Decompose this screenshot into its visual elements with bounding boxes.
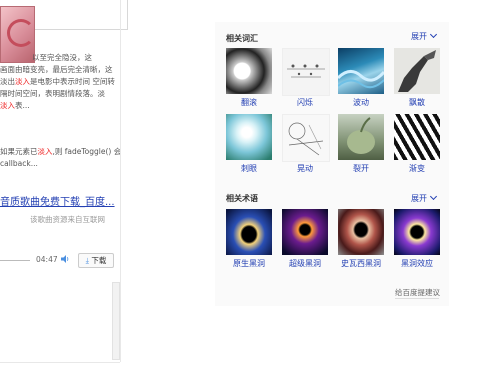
tile-label[interactable]: 波动 bbox=[338, 97, 384, 108]
tile-ciyan[interactable] bbox=[226, 114, 272, 160]
crow-image bbox=[398, 50, 436, 92]
tile-label[interactable]: 原生黑洞 bbox=[226, 258, 272, 269]
tile-label[interactable]: 渐变 bbox=[394, 163, 440, 174]
tile-supermassive-black-hole[interactable] bbox=[282, 209, 328, 255]
tile-label[interactable]: 刺眼 bbox=[226, 163, 272, 174]
tile-huangdong[interactable] bbox=[282, 114, 330, 162]
feedback-link[interactable]: 给百度提建议 bbox=[395, 287, 440, 298]
tile-label[interactable]: 翻滚 bbox=[226, 97, 272, 108]
tile-piaosan[interactable] bbox=[394, 48, 440, 94]
result-snippet-line: 隔时间空间，表明剧情段落。淡 bbox=[0, 89, 105, 98]
download-icon: ⤓ bbox=[85, 256, 89, 265]
chevron-down-icon bbox=[429, 192, 438, 201]
tile-label[interactable]: 超级黑洞 bbox=[282, 258, 328, 269]
tile-bodong[interactable] bbox=[338, 48, 384, 94]
tile-label[interactable]: 闪烁 bbox=[282, 97, 328, 108]
result-snippet-b: 如果元素已淡入,则 fadeToggle() 会 callback... bbox=[0, 147, 122, 168]
tile-label[interactable]: 裂开 bbox=[338, 163, 384, 174]
audio-player: 04:47 ⤓ 下载 bbox=[0, 250, 122, 270]
related-terms-expand[interactable]: 展开 bbox=[411, 192, 438, 204]
sketch-image bbox=[288, 122, 324, 156]
result-snippet-line: 淡出淡入是电影中表示时间 空间转 bbox=[0, 77, 115, 86]
volume-icon[interactable] bbox=[60, 254, 70, 264]
related-terms-title: 相关术语 bbox=[226, 194, 258, 203]
tile-jianbian[interactable] bbox=[394, 114, 440, 160]
tile-liekai[interactable] bbox=[338, 114, 384, 160]
tile-schwarzschild-black-hole[interactable] bbox=[338, 209, 384, 255]
formula-image bbox=[287, 64, 325, 78]
chevron-down-icon bbox=[429, 30, 438, 39]
search-results-column: 以至完全隐没，这 画面由暗变亮，最后完全清晰，这 淡出淡入是电影中表示时间 空间… bbox=[0, 0, 128, 378]
tile-label[interactable]: 晃动 bbox=[282, 163, 328, 174]
column-divider bbox=[120, 0, 121, 362]
result-title-link[interactable]: 音质歌曲免费下载_百度... bbox=[0, 193, 115, 208]
tile-primordial-black-hole[interactable] bbox=[226, 209, 272, 255]
tile-shanshuo[interactable] bbox=[282, 48, 330, 96]
duration-time: 04:47 bbox=[36, 255, 58, 264]
progress-bar[interactable] bbox=[0, 260, 30, 261]
tile-black-hole-effect[interactable] bbox=[394, 209, 440, 255]
result-snippet-line: 淡入表... bbox=[0, 101, 30, 110]
tile-label[interactable]: 黑洞效应 bbox=[394, 258, 440, 269]
wave-image bbox=[338, 70, 384, 89]
bottom-divider bbox=[0, 362, 120, 363]
seed-image bbox=[347, 117, 375, 154]
tile-label[interactable]: 史瓦西黑洞 bbox=[338, 258, 384, 269]
source-note: 该歌曲资源来自互联网 bbox=[30, 215, 105, 224]
feedback-divider bbox=[395, 298, 439, 299]
tile-label[interactable]: 飘散 bbox=[394, 97, 440, 108]
tile-fangun[interactable] bbox=[226, 48, 272, 94]
related-words-title: 相关词汇 bbox=[226, 34, 258, 43]
result-thumbnail[interactable] bbox=[0, 6, 35, 63]
result-snippet-line: 画面由暗变亮，最后完全清晰，这 bbox=[0, 65, 113, 74]
download-button[interactable]: ⤓ 下载 bbox=[78, 253, 114, 268]
scrollbar[interactable] bbox=[112, 282, 120, 360]
result-snippet: 以至完全隐没，这 bbox=[32, 53, 92, 62]
related-words-expand[interactable]: 展开 bbox=[411, 30, 438, 42]
